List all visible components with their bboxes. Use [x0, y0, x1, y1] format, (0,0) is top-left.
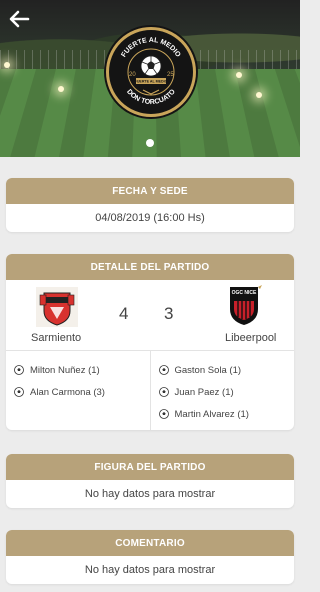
stadium-light	[236, 72, 242, 78]
home-team-name: Sarmiento	[31, 332, 82, 344]
badge-ribbon-text: FUERTE AL MEDIO	[135, 80, 168, 84]
away-score: 3	[164, 304, 174, 323]
svg-text:DON TORCUATO: DON TORCUATO	[125, 88, 177, 106]
carousel-page-indicator[interactable]	[146, 139, 154, 147]
badge-year-right: 25	[167, 72, 174, 78]
scorer-name: Gaston Sola (1)	[174, 364, 242, 376]
fecha-value: 04/08/2019 (16:00 Hs)	[95, 212, 205, 224]
comentario-header: COMENTARIO	[6, 530, 294, 556]
detalle-header: DETALLE DEL PARTIDO	[6, 254, 294, 280]
away-team-name: Libeerpool	[225, 332, 277, 344]
scorers-section: Milton Nuñez (1) Alan Carmona (3) Gaston…	[6, 350, 294, 430]
club-badge: FUERTE AL MEDIO DON TORCUATO 20 25 FUERT…	[106, 27, 196, 117]
soccer-ball-icon	[14, 387, 24, 397]
badge-bottom-text: DON TORCUATO	[125, 88, 177, 106]
scorer-name: Milton Nuñez (1)	[30, 364, 100, 376]
list-item: Gaston Sola (1)	[151, 359, 295, 381]
list-item: Alan Carmona (3)	[6, 381, 150, 403]
back-arrow-icon[interactable]	[8, 10, 30, 28]
home-team-logo[interactable]	[36, 287, 78, 327]
scorer-name: Juan Paez (1)	[174, 386, 234, 398]
fecha-header: FECHA Y SEDE	[6, 178, 294, 204]
soccer-ball-icon	[158, 365, 169, 375]
stadium-light	[58, 86, 64, 92]
list-item: Milton Nuñez (1)	[6, 359, 150, 381]
stadium-light	[4, 62, 10, 68]
soccer-ball-icon	[158, 409, 169, 419]
away-team-logo[interactable]: OGC NICE	[222, 283, 266, 327]
stadium-light	[256, 92, 262, 98]
detalle-card: DETALLE DEL PARTIDO Sarmiento 4 3 OGC NI…	[6, 254, 294, 430]
comentario-card: COMENTARIO No hay datos para mostrar	[6, 530, 294, 584]
badge-year-left: 20	[129, 72, 136, 78]
away-logo-text: OGC NICE	[232, 290, 257, 296]
scorer-name: Alan Carmona (3)	[30, 386, 105, 398]
list-item: Martin Alvarez (1)	[151, 403, 295, 425]
home-score: 4	[119, 304, 129, 323]
list-item: Juan Paez (1)	[151, 381, 295, 403]
fecha-card: FECHA Y SEDE 04/08/2019 (16:00 Hs)	[6, 178, 294, 232]
figura-header: FIGURA DEL PARTIDO	[6, 454, 294, 480]
soccer-ball-icon	[158, 387, 169, 397]
comentario-value: No hay datos para mostrar	[84, 564, 216, 576]
soccer-ball-icon	[14, 365, 24, 375]
home-scorers-list: Milton Nuñez (1) Alan Carmona (3)	[6, 351, 150, 430]
match-score-row: Sarmiento 4 3 OGC NICE Libeerpool	[6, 280, 294, 350]
scorer-name: Martin Alvarez (1)	[174, 408, 249, 420]
soccer-ball-icon	[140, 55, 162, 77]
away-scorers-list: Gaston Sola (1) Juan Paez (1) Martin Alv…	[149, 351, 295, 430]
figura-value: No hay datos para mostrar	[84, 488, 216, 500]
figura-card: FIGURA DEL PARTIDO No hay datos para mos…	[6, 454, 294, 508]
